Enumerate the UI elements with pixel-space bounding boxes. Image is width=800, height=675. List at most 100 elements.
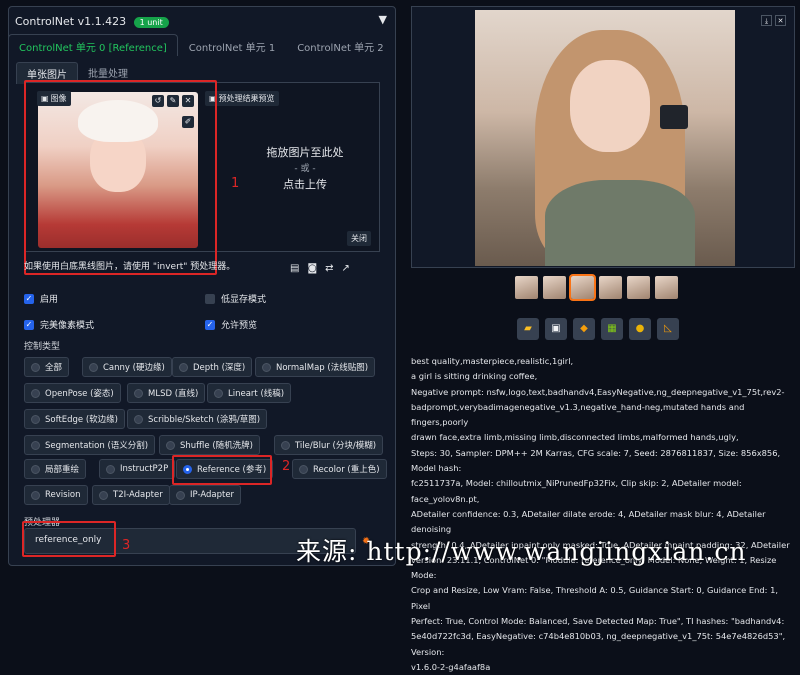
info-line: fc2511737a, Model: chilloutmix_NiPrunedF…: [411, 478, 742, 504]
info-line: drawn face,extra limb,missing limb,disco…: [411, 432, 739, 443]
radio-dot-icon: [176, 490, 185, 500]
info-line: badprompt,verybadimagenegative_v1.3,nega…: [411, 401, 745, 428]
unchecked-icon: [205, 293, 215, 304]
save-icon[interactable]: ▣: [545, 318, 567, 340]
radio-label: 全部: [45, 363, 63, 373]
thumbnail[interactable]: [627, 276, 650, 299]
radio-label: MLSD (直线): [148, 389, 199, 399]
radio-all[interactable]: 全部: [24, 357, 70, 377]
open-folder-icon[interactable]: ▰: [517, 318, 539, 340]
radio-label: IP-Adapter: [190, 490, 235, 500]
radio-label: Canny (硬边缘): [103, 363, 165, 373]
generated-image[interactable]: [475, 10, 735, 266]
check-icon: ✓: [24, 319, 34, 330]
low-vram-checkbox[interactable]: 低显存模式: [205, 292, 266, 305]
send-to-inpaint-icon[interactable]: ●: [629, 318, 651, 340]
allow-preview-checkbox[interactable]: ✓ 允许预览: [205, 318, 257, 331]
radio-recolor[interactable]: Recolor (重上色): [292, 459, 387, 479]
preview-drop-zone[interactable]: 拖放图片至此处 - 或 - 点击上传: [240, 145, 370, 193]
radio-label: Shuffle (随机洗牌): [180, 441, 253, 451]
source-watermark: 来源: http://www.wangjingxian.cn: [296, 537, 747, 566]
zip-icon[interactable]: ◆: [573, 318, 595, 340]
enable-checkbox[interactable]: ✓ 启用: [24, 292, 58, 305]
controlnet-header[interactable]: ControlNet v1.1.423 1 unit: [15, 15, 169, 28]
tab-unit-0[interactable]: ControlNet 单元 0 [Reference]: [8, 34, 178, 56]
enable-label: 启用: [40, 295, 59, 305]
unit-count-badge: 1 unit: [133, 17, 169, 28]
info-line: Crop and Resize, Low Vram: False, Thresh…: [411, 585, 779, 611]
send-dimensions-icon[interactable]: ↗: [342, 263, 350, 274]
thumbnail[interactable]: [515, 276, 538, 299]
invert-hint: 如果使用白底黑线图片，请使用 "invert" 预处理器。: [24, 262, 236, 272]
radio-t2i-adapter[interactable]: T2I-Adapter: [92, 485, 170, 505]
download-icon[interactable]: ⤓: [761, 15, 772, 26]
radio-dot-icon: [106, 464, 115, 474]
radio-tile-blur[interactable]: Tile/Blur (分块/模糊): [274, 435, 384, 455]
annotation-number-1: 1: [231, 176, 240, 191]
control-type-label: 控制类型: [24, 342, 61, 352]
radio-mlsd[interactable]: MLSD (直线): [127, 383, 206, 403]
radio-inpaint[interactable]: 局部重绘: [24, 459, 87, 479]
radio-dot-icon: [281, 440, 290, 450]
tab-unit-1[interactable]: ControlNet 单元 1: [178, 34, 286, 56]
radio-label: Tile/Blur (分块/模糊): [295, 441, 377, 451]
drop-text-2: 点击上传: [283, 178, 327, 191]
new-canvas-icon[interactable]: ▤: [290, 263, 299, 274]
radio-label: SoftEdge (软边缘): [45, 415, 118, 425]
radio-normalmap[interactable]: NormalMap (法线贴图): [255, 357, 376, 377]
pixel-perfect-label: 完美像素模式: [40, 321, 95, 331]
radio-dot-icon: [31, 414, 40, 424]
tab-unit-2[interactable]: ControlNet 单元 2: [286, 34, 394, 56]
radio-ip-adapter[interactable]: IP-Adapter: [169, 485, 242, 505]
radio-dot-icon: [99, 490, 108, 500]
radio-instructp2p[interactable]: InstructP2P: [99, 459, 176, 479]
pixel-perfect-checkbox[interactable]: ✓ 完美像素模式: [24, 318, 94, 331]
controlnet-column: ControlNet v1.1.423 1 unit ▼ ControlNet …: [0, 0, 398, 566]
annotation-box-3: [22, 521, 116, 557]
image-tools: ▤ ◙ ⇄ ↗: [290, 263, 350, 274]
radio-scribble[interactable]: Scribble/Sketch (涂鸦/草图): [127, 409, 268, 429]
send-to-img2img-icon[interactable]: ▦: [601, 318, 623, 340]
radio-dot-icon: [89, 362, 98, 372]
annotation-number-3: 3: [122, 538, 131, 553]
radio-label: Revision: [45, 490, 81, 500]
thumbnail[interactable]: [543, 276, 566, 299]
send-to-extras-icon[interactable]: ◺: [657, 318, 679, 340]
face-shape: [570, 60, 650, 152]
close-preview-button[interactable]: 关闭: [347, 231, 371, 246]
swap-icon[interactable]: ⇄: [325, 263, 333, 274]
info-line: best quality,masterpiece,realistic,1girl…: [411, 356, 574, 366]
radio-shuffle[interactable]: Shuffle (随机洗牌): [159, 435, 260, 455]
thumbnail-selected[interactable]: [569, 274, 596, 301]
annotation-number-2: 2: [282, 459, 291, 474]
output-gallery: ⤓ ✕: [411, 6, 795, 268]
close-icon[interactable]: ✕: [775, 15, 786, 26]
radio-revision[interactable]: Revision: [24, 485, 88, 505]
collapse-triangle-icon[interactable]: ▼: [379, 13, 387, 26]
thumbnail-strip: [515, 274, 678, 301]
radio-dot-icon: [166, 440, 175, 450]
thumbnail[interactable]: [655, 276, 678, 299]
radio-label: Recolor (重上色): [313, 465, 380, 475]
radio-dot-icon: [31, 362, 40, 372]
thumbnail[interactable]: [599, 276, 622, 299]
radio-canny[interactable]: Canny (硬边缘): [82, 357, 172, 377]
radio-label: Depth (深度): [193, 363, 246, 373]
drop-text-1: 拖放图片至此处: [266, 146, 344, 159]
radio-lineart[interactable]: Lineart (线稿): [207, 383, 292, 403]
gallery-tools: ⤓ ✕: [761, 15, 786, 26]
radio-label: OpenPose (姿态): [45, 389, 114, 399]
radio-label: T2I-Adapter: [113, 490, 163, 500]
check-icon: ✓: [205, 319, 215, 330]
radio-openpose[interactable]: OpenPose (姿态): [24, 383, 121, 403]
radio-depth[interactable]: Depth (深度): [172, 357, 253, 377]
radio-dot-icon: [31, 388, 40, 398]
controlnet-title: ControlNet v1.1.423: [15, 15, 127, 28]
radio-softedge[interactable]: SoftEdge (软边缘): [24, 409, 125, 429]
top-shape: [545, 180, 695, 266]
camera-icon[interactable]: ◙: [307, 263, 317, 274]
radio-segmentation[interactable]: Segmentation (语义分割): [24, 435, 156, 455]
radio-dot-icon: [214, 388, 223, 398]
radio-label: Segmentation (语义分割): [45, 441, 149, 451]
info-line: v1.6.0-2-g4afaaf8a: [411, 661, 491, 672]
